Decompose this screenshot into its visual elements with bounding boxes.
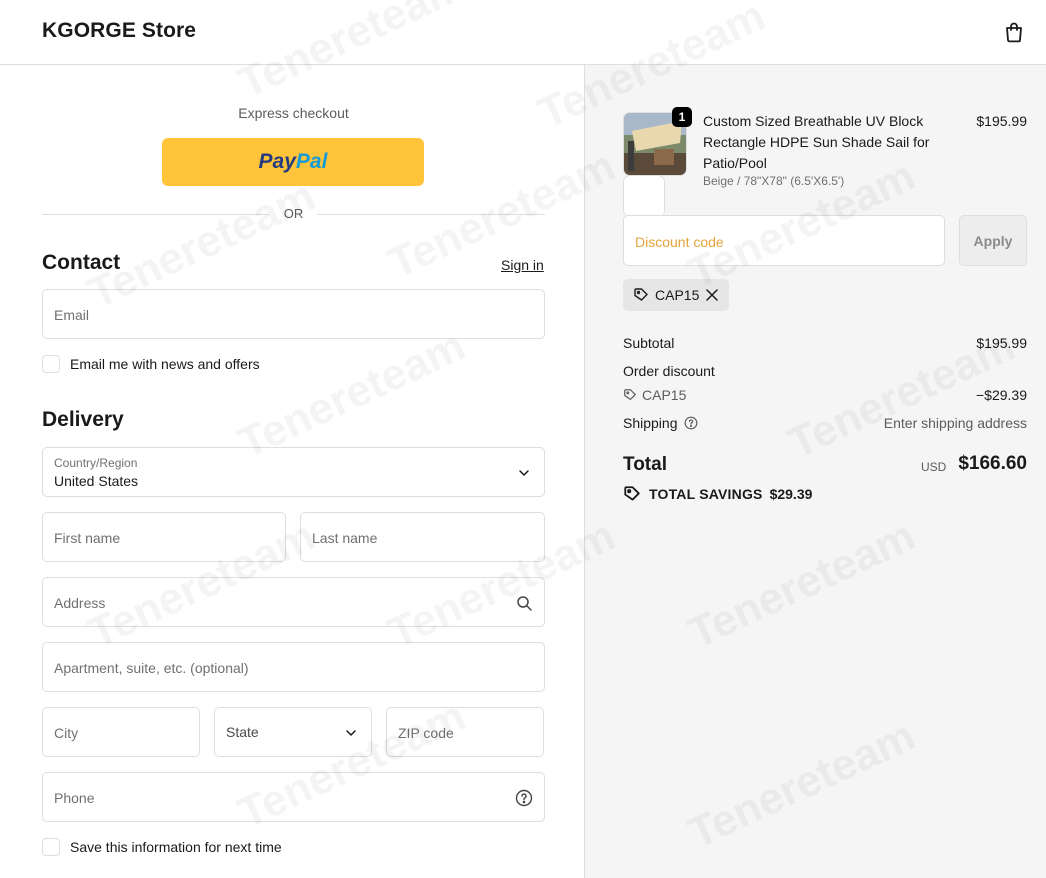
close-icon[interactable]: [705, 288, 719, 302]
express-checkout-label: Express checkout: [238, 105, 349, 121]
product-price: $195.99: [976, 113, 1027, 129]
paypal-logo-pal: Pal: [295, 150, 328, 173]
news-checkbox-row[interactable]: Email me with news and offers: [42, 354, 260, 374]
save-info-label: Save this information for next time: [70, 839, 282, 855]
apartment-field[interactable]: Apartment, suite, etc. (optional): [42, 642, 545, 692]
order-discount-row: Order discount: [623, 363, 1027, 379]
savings-label: TOTAL SAVINGS: [649, 486, 763, 502]
apply-button[interactable]: Apply: [959, 215, 1027, 266]
country-value: United States: [54, 473, 139, 489]
total-savings: TOTAL SAVINGS $29.39: [623, 485, 812, 503]
email-placeholder: Email: [54, 307, 90, 323]
news-checkbox[interactable]: [42, 355, 60, 373]
city-field[interactable]: City: [42, 707, 200, 757]
chevron-down-icon: [346, 730, 356, 736]
state-placeholder: State: [226, 724, 259, 740]
delivery-title: Delivery: [42, 408, 124, 431]
discount-code-input[interactable]: Discount code: [623, 215, 945, 266]
paypal-button[interactable]: Pay Pal: [162, 138, 424, 186]
news-checkbox-label: Email me with news and offers: [70, 356, 260, 372]
applied-discount-chip: CAP15: [623, 279, 729, 311]
store-name[interactable]: KGORGE Store: [42, 19, 196, 43]
divider-line-right: [317, 214, 545, 215]
chevron-down-icon: [519, 470, 529, 476]
order-summary: 1 Custom Sized Breathable UV Block Recta…: [584, 65, 1046, 878]
product-name: Custom Sized Breathable UV Block Rectang…: [703, 113, 930, 171]
apartment-placeholder: Apartment, suite, etc. (optional): [54, 660, 249, 676]
zip-field[interactable]: ZIP code: [386, 707, 544, 757]
total-value: $166.60: [958, 453, 1027, 474]
help-circle-icon[interactable]: [515, 789, 533, 807]
discount-amount: −$29.39: [976, 387, 1027, 403]
discount-code-placeholder: Discount code: [635, 234, 724, 250]
subtotal-value: $195.99: [976, 335, 1027, 351]
save-info-checkbox[interactable]: [42, 838, 60, 856]
quantity-badge: 1: [672, 107, 692, 127]
shipping-row: Shipping Enter shipping address: [623, 415, 1027, 431]
tag-icon: [634, 288, 648, 301]
order-discount-label: Order discount: [623, 363, 715, 379]
state-select[interactable]: State: [214, 707, 372, 757]
shipping-label: Shipping: [623, 415, 678, 431]
phone-placeholder: Phone: [54, 790, 95, 806]
tag-icon: [624, 486, 640, 501]
country-select[interactable]: Country/Region United States: [42, 447, 545, 497]
phone-field[interactable]: Phone: [42, 772, 545, 822]
total-label: Total: [623, 454, 667, 475]
last-name-field[interactable]: Last name: [300, 512, 545, 562]
or-divider: OR: [42, 206, 545, 222]
product-variant: Beige / 78"X78" (6.5'X6.5'): [703, 174, 845, 188]
subtotal-label: Subtotal: [623, 335, 675, 351]
address-placeholder: Address: [54, 595, 106, 611]
shipping-value: Enter shipping address: [883, 415, 1027, 431]
shopping-bag-icon[interactable]: [1002, 20, 1026, 44]
checkout-form: Express checkout Pay Pal OR Contact Sign …: [0, 65, 584, 878]
product-thumbnail-secondary: [623, 175, 665, 217]
zip-placeholder: ZIP code: [398, 725, 454, 741]
sign-in-link[interactable]: Sign in: [501, 257, 544, 273]
discount-code-row: CAP15 −$29.39: [623, 387, 1027, 403]
header: KGORGE Store: [0, 0, 1046, 65]
address-field[interactable]: Address: [42, 577, 545, 627]
contact-title: Contact: [42, 251, 121, 274]
last-name-placeholder: Last name: [312, 530, 378, 546]
country-label: Country/Region: [54, 456, 138, 470]
city-placeholder: City: [54, 725, 79, 741]
search-icon: [517, 596, 532, 611]
save-info-row[interactable]: Save this information for next time: [42, 837, 282, 857]
discount-code-name: CAP15: [642, 387, 687, 403]
savings-amount: $29.39: [769, 486, 813, 502]
help-circle-icon[interactable]: [684, 416, 698, 430]
first-name-placeholder: First name: [54, 530, 121, 546]
paypal-logo-pay: Pay: [258, 150, 296, 173]
tag-icon: [624, 389, 636, 400]
subtotal-row: Subtotal $195.99: [623, 335, 1027, 351]
applied-code: CAP15: [655, 287, 700, 303]
email-field[interactable]: Email: [42, 289, 545, 339]
first-name-field[interactable]: First name: [42, 512, 286, 562]
